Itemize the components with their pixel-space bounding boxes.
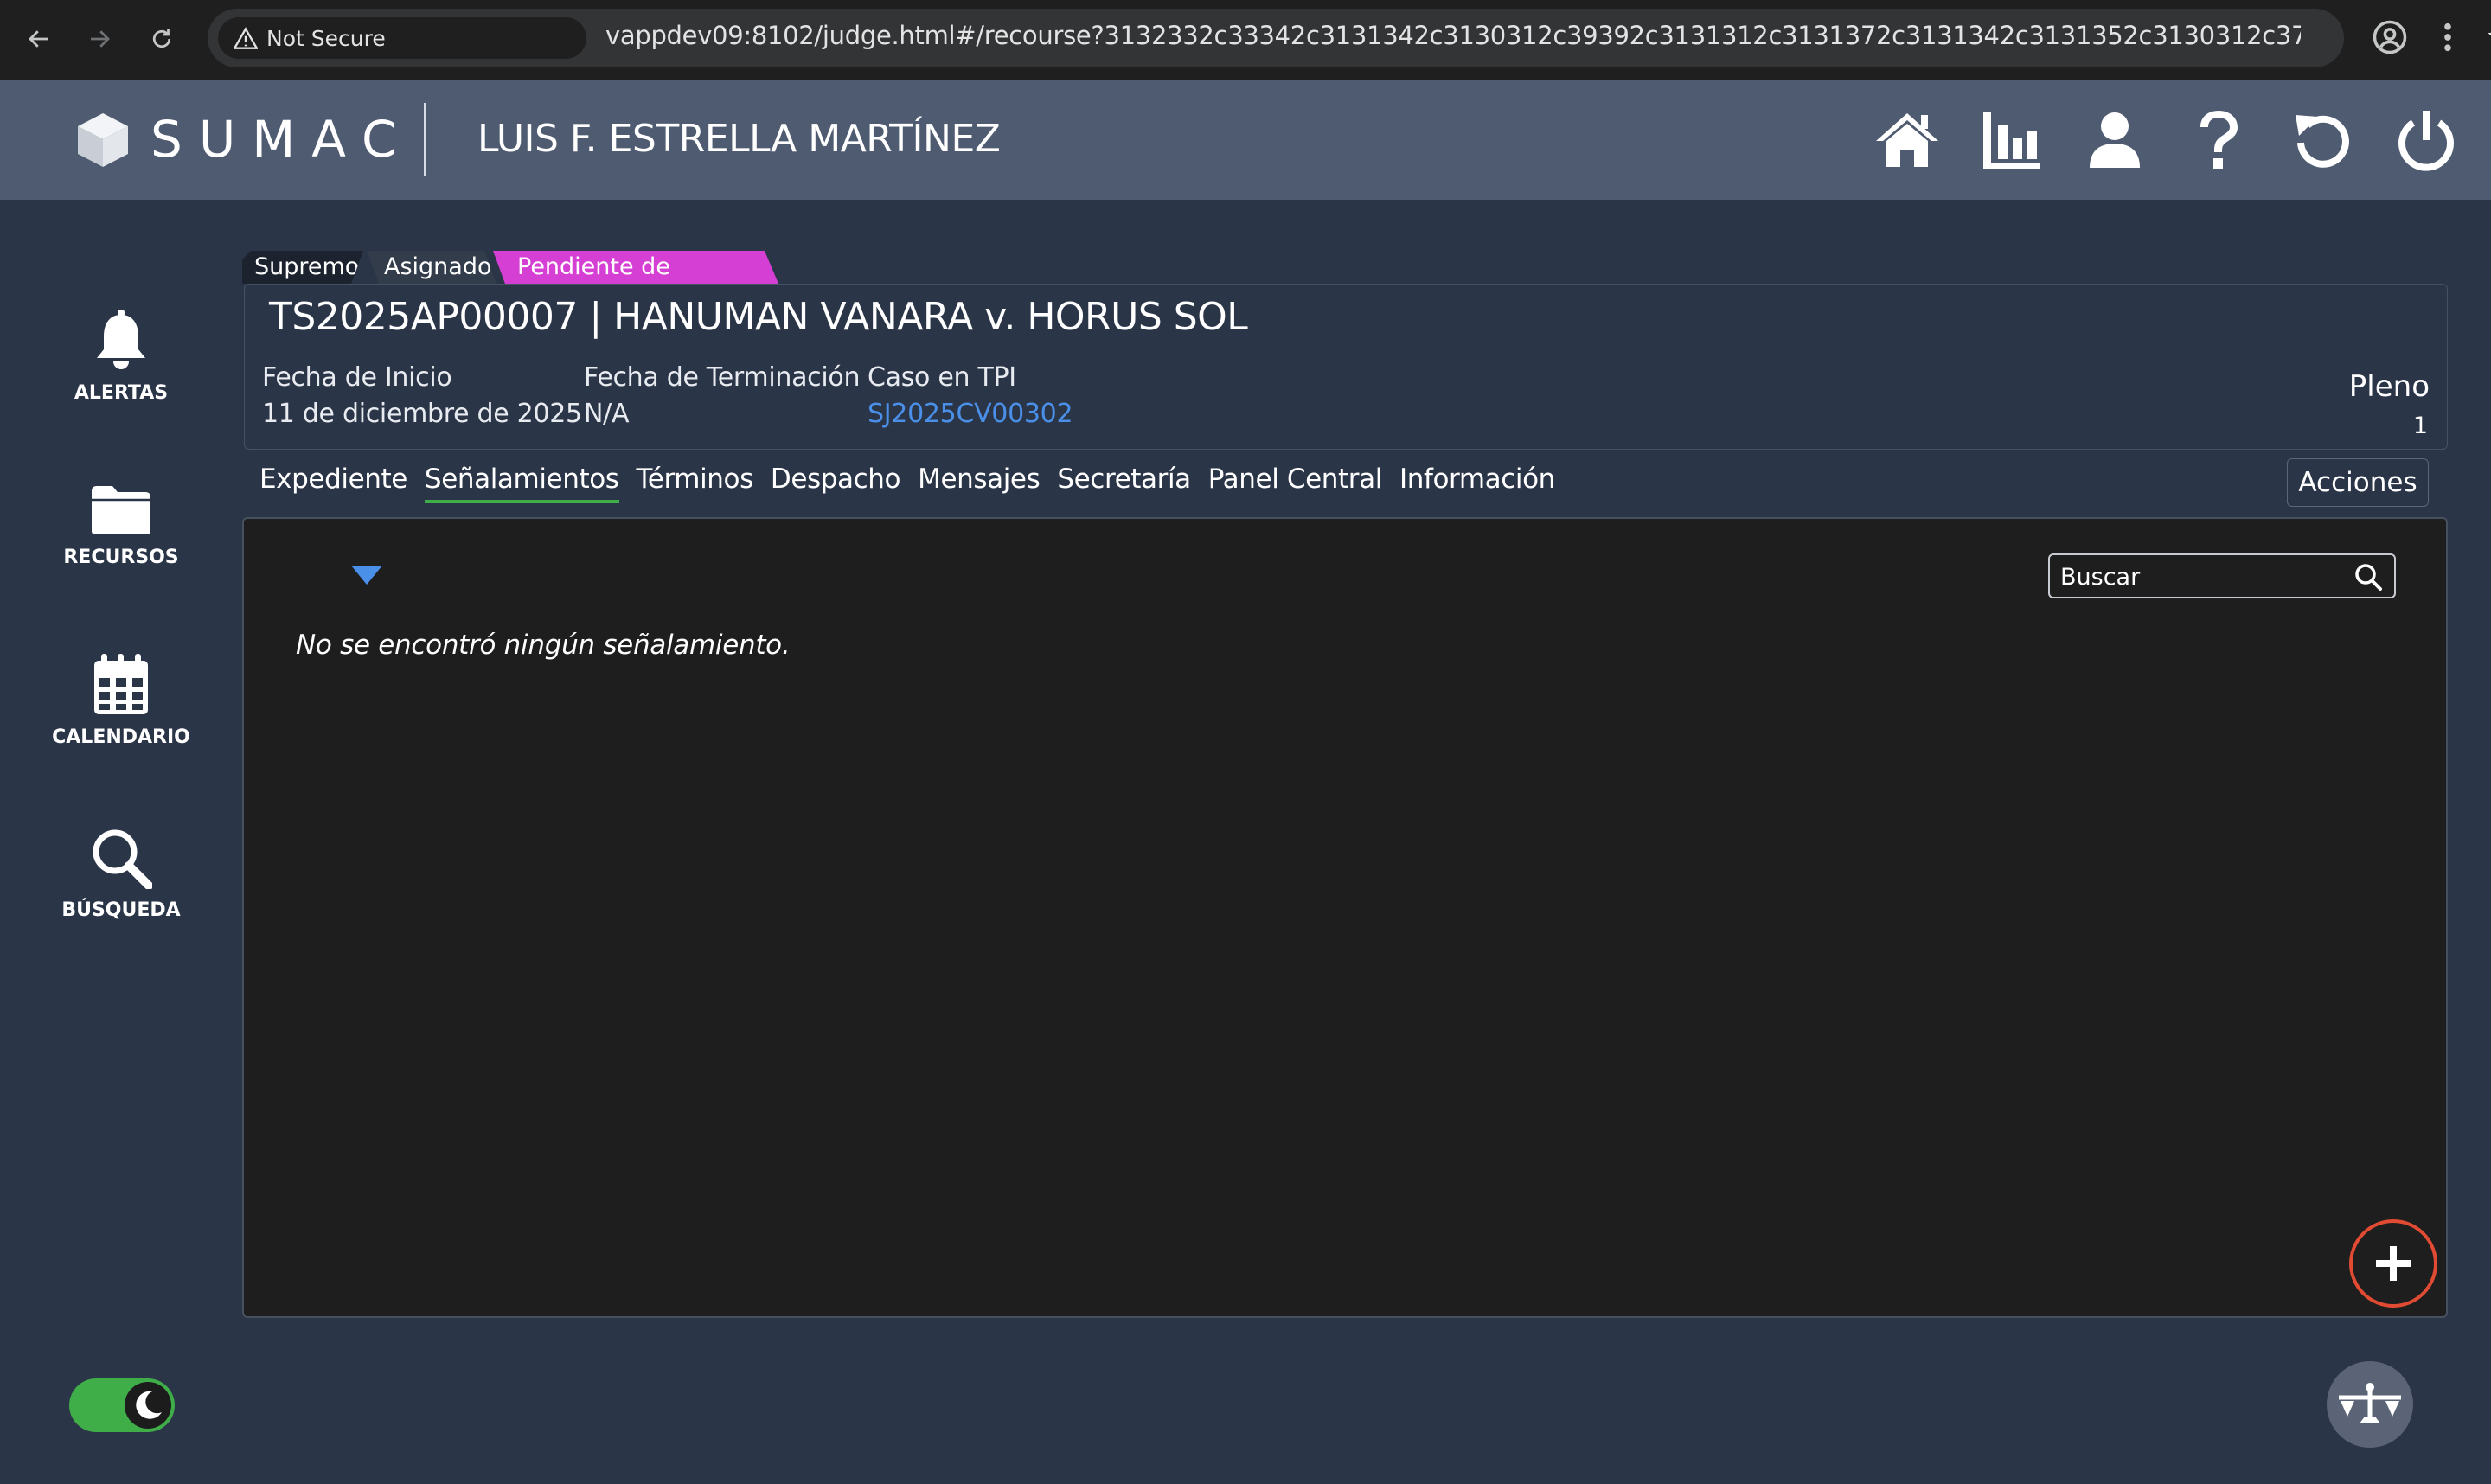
browser-menu-icon[interactable]	[2439, 19, 2456, 59]
search-icon	[33, 827, 209, 889]
senalamientos-panel: No se encontró ningún señalamiento.	[242, 517, 2448, 1318]
dark-mode-toggle[interactable]	[69, 1378, 175, 1432]
bell-icon	[33, 310, 209, 372]
help-icon[interactable]	[2183, 105, 2254, 176]
assignment-status-tab: Asignado	[367, 251, 496, 284]
scales-of-justice-icon[interactable]	[2327, 1361, 2413, 1448]
sidebar-item-label: RECURSOS	[63, 547, 179, 568]
actions-button[interactable]: Acciones	[2287, 458, 2429, 507]
tpi-case-label: Caso en TPI	[868, 362, 1016, 393]
search-icon[interactable]	[2354, 563, 2382, 594]
state-status-tab: Pendiente de Expedir	[493, 251, 778, 284]
power-icon[interactable]	[2391, 105, 2462, 176]
moon-icon	[125, 1382, 171, 1429]
sidebar-item-recursos[interactable]: RECURSOS	[33, 484, 209, 568]
court-status-tab: Supremo	[242, 251, 363, 284]
back-icon[interactable]	[19, 19, 59, 59]
sidebar-item-label: CALENDARIO	[52, 726, 190, 748]
security-label: Not Secure	[266, 25, 386, 51]
sidebar-item-label: ALERTAS	[74, 382, 169, 404]
browser-toolbar: Not Secure vappdev09:8102/judge.html#/re…	[0, 0, 2491, 80]
section-tabs: Expediente Señalamientos Términos Despac…	[259, 464, 1555, 503]
header-divider	[424, 103, 426, 176]
end-date-label: Fecha de Terminación	[584, 362, 861, 393]
sidebar-item-calendario[interactable]: CALENDARIO	[33, 654, 209, 748]
search-box[interactable]	[2048, 553, 2396, 598]
logo-text[interactable]: SUMAC	[150, 110, 413, 169]
empty-state-message: No se encontró ningún señalamiento.	[296, 630, 791, 661]
url-text[interactable]: vappdev09:8102/judge.html#/recourse?3132…	[605, 21, 2301, 50]
judge-name: LUIS F. ESTRELLA MARTÍNEZ	[477, 117, 1001, 161]
folder-icon	[33, 484, 209, 536]
sidebar-item-busqueda[interactable]: BÚSQUEDA	[33, 827, 209, 921]
end-date-value: N/A	[584, 399, 630, 429]
tab-terminos[interactable]: Términos	[637, 464, 754, 503]
chart-icon[interactable]	[1976, 105, 2046, 176]
profile-icon[interactable]	[2372, 19, 2408, 59]
sidebar-item-alertas[interactable]: ALERTAS	[33, 310, 209, 404]
tab-expediente[interactable]: Expediente	[259, 464, 407, 503]
tab-secretaria[interactable]: Secretaría	[1057, 464, 1191, 503]
calendar-icon	[33, 654, 209, 716]
warning-icon	[234, 27, 258, 49]
tab-mensajes[interactable]: Mensajes	[918, 464, 1041, 503]
tab-despacho[interactable]: Despacho	[771, 464, 901, 503]
security-chip[interactable]: Not Secure	[218, 17, 586, 59]
plus-icon	[2376, 1246, 2411, 1281]
home-icon[interactable]	[1872, 105, 1943, 176]
case-title: TS2025AP00007 | HANUMAN VANARA v. HORUS …	[269, 295, 1248, 339]
search-input[interactable]	[2059, 560, 2339, 593]
case-summary-card: TS2025AP00007 | HANUMAN VANARA v. HORUS …	[244, 284, 2448, 450]
address-bar[interactable]: Not Secure vappdev09:8102/judge.html#/re…	[208, 9, 2491, 67]
forward-icon[interactable]	[80, 19, 119, 59]
panel-value: 1	[2412, 413, 2428, 439]
tab-informacion[interactable]: Información	[1399, 464, 1555, 503]
add-senalamiento-button[interactable]	[2349, 1219, 2437, 1308]
refresh-icon[interactable]	[2287, 105, 2358, 176]
tab-panel-central[interactable]: Panel Central	[1208, 464, 1383, 503]
app-header: SUMAC LUIS F. ESTRELLA MARTÍNEZ	[0, 80, 2491, 200]
reload-icon[interactable]	[142, 19, 182, 59]
bookmark-star-icon[interactable]	[2488, 22, 2491, 55]
filter-dropdown-caret-icon[interactable]	[351, 566, 382, 588]
user-icon[interactable]	[2079, 105, 2150, 176]
start-date-value: 11 de diciembre de 2025	[262, 399, 582, 429]
sidebar-item-label: BÚSQUEDA	[61, 899, 181, 921]
tpi-case-link[interactable]: SJ2025CV00302	[868, 399, 1073, 429]
sumac-logo-icon[interactable]	[76, 112, 130, 172]
panel-label: Pleno	[2348, 369, 2430, 404]
start-date-label: Fecha de Inicio	[262, 362, 452, 393]
tab-senalamientos[interactable]: Señalamientos	[424, 464, 619, 503]
